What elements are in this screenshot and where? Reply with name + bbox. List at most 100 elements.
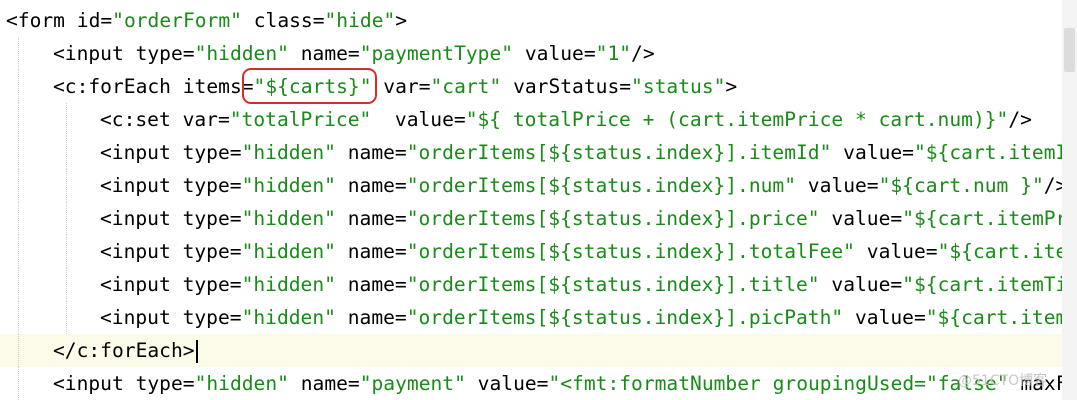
attribute-value: "${cart.itemPrice}" [902,207,1062,230]
tag-text: > [395,9,408,32]
indent-guide [66,136,67,169]
indent-guide [18,202,19,235]
tag-text: <c:forEach items= [53,75,254,98]
attribute-value: "hide" [324,9,396,32]
code-line-content: </c:forEach> [53,334,198,367]
attribute-value: "orderItems[${status.index}].price" [406,207,820,230]
tag-text: /> [1008,108,1032,131]
attribute-value: "${cart.itemPrice}" [937,240,1062,263]
attribute-value: "${cart.itemId}" [913,141,1062,164]
code-line[interactable]: <input type="hidden" name="orderItems[${… [0,202,1062,235]
tag-text: /> [631,42,655,65]
attribute-value: "${cart.itemImage}" [925,306,1062,329]
attribute-value: "hidden" [194,42,289,65]
tag-text: class= [241,9,325,32]
indent-guide [66,235,67,268]
code-line-content: <input type="hidden" name="orderItems[${… [100,169,1062,202]
code-line-content: <input type="hidden" name="payment" valu… [53,367,1062,400]
tag-text: value= [513,42,596,65]
code-line[interactable]: <c:set var="totalPrice" value="${ totalP… [0,103,1062,136]
code-line[interactable]: <input type="hidden" name="orderItems[${… [0,136,1062,169]
indent-guide [66,301,67,334]
tag-text: value= [819,207,903,230]
tag-text: name= [335,273,407,296]
scrollbar-thumb[interactable] [1064,28,1075,72]
indent-guide [18,334,19,367]
code-line-content: <input type="hidden" name="paymentType" … [53,37,655,70]
attribute-value: "orderForm" [112,9,242,32]
tag-text: name= [335,141,407,164]
code-line-content: <form id="orderForm" class="hide"> [6,4,407,37]
code-line-content: <input type="hidden" name="orderItems[${… [100,136,1062,169]
attribute-value: "orderItems[${status.index}].num" [406,174,797,197]
tag-text: /> [1043,174,1062,197]
tag-text: value= [831,141,914,164]
indent-guide [18,136,19,169]
code-line-content: <input type="hidden" name="orderItems[${… [100,301,1062,334]
indent-guide [66,268,67,301]
code-line[interactable]: <input type="hidden" name="paymentType" … [0,37,1062,70]
code-line[interactable]: <form id="orderForm" class="hide"> [0,4,1062,37]
code-line-content: <input type="hidden" name="orderItems[${… [100,268,1062,301]
indent-guide [18,367,19,400]
tag-text: name= [288,42,360,65]
tag-text: name= [335,240,407,263]
attribute-value: "paymentType" [359,42,514,65]
tag-text: var= [371,75,431,98]
code-line[interactable]: <input type="hidden" name="payment" valu… [0,367,1062,400]
vertical-scrollbar[interactable] [1062,0,1077,400]
indent-guide [18,103,19,136]
indent-guide [66,202,67,235]
tag-text: <c:set var= [100,108,230,131]
tag-text: <input type= [100,174,242,197]
attribute-value: "${cart.itemTitle}" [902,273,1062,296]
tag-text: <input type= [100,273,242,296]
indent-guide [18,70,19,103]
tag-text: name= [288,372,360,395]
attribute-value: "status" [631,75,726,98]
attribute-value: "orderItems[${status.index}].totalFee" [406,240,855,263]
tag-text: <input type= [100,306,242,329]
code-editor[interactable]: <input type="hidden" name="payment" valu… [0,0,1077,400]
code-line[interactable]: <c:forEach items="${carts}" var="cart" v… [0,70,1062,103]
tag-text: <input type= [53,372,195,395]
attribute-value: "hidden" [241,240,336,263]
attribute-value: "orderItems[${status.index}].itemId" [406,141,832,164]
attribute-value: "${cart.num }" [878,174,1044,197]
tag-text: <input type= [100,240,242,263]
attribute-value: "hidden" [241,141,336,164]
tag-text: > [725,75,738,98]
tag-text: name= [335,306,407,329]
watermark: @51CTO博客 [958,373,1048,389]
attribute-value: "${ totalPrice + (cart.itemPrice * cart.… [465,108,1009,131]
tag-text: value= [843,306,926,329]
code-line[interactable]: <input type="hidden" name="orderItems[${… [0,235,1062,268]
attribute-value: "orderItems[${status.index}].title" [406,273,820,296]
attribute-value: "hidden" [241,273,336,296]
tag-text: value= [819,273,903,296]
attribute-value: "1" [595,42,632,65]
code-line[interactable]: <input type="hidden" name="orderItems[${… [0,169,1062,202]
code-line[interactable]: <input type="hidden" name="orderItems[${… [0,268,1062,301]
code-line[interactable]: <input type="hidden" name="orderItems[${… [0,301,1062,334]
code-line-content: <input type="hidden" name="orderItems[${… [100,235,1062,268]
tag-text: <input type= [100,141,242,164]
tag-text: <form id= [6,9,113,32]
tag-text: <input type= [100,207,242,230]
tag-text: value= [371,108,466,131]
attribute-value: "cart" [430,75,502,98]
attribute-value: "orderItems[${status.index}].picPath" [406,306,844,329]
highlight-annotation-box [242,68,377,104]
tag-text: varStatus= [501,75,632,98]
tag-text: <input type= [53,42,195,65]
indent-guide [18,37,19,70]
code-line-content: <input type="hidden" name="orderItems[${… [100,202,1062,235]
code-line[interactable]: </c:forEach> [0,334,1062,367]
attribute-value: "hidden" [241,306,336,329]
attribute-value: "hidden" [194,372,289,395]
attribute-value: "hidden" [241,207,336,230]
tag-text: </c:forEach> [53,339,195,362]
tag-text: name= [335,207,407,230]
indent-guide [18,235,19,268]
code-line-content: <c:forEach items="${carts}" var="cart" v… [53,70,737,103]
